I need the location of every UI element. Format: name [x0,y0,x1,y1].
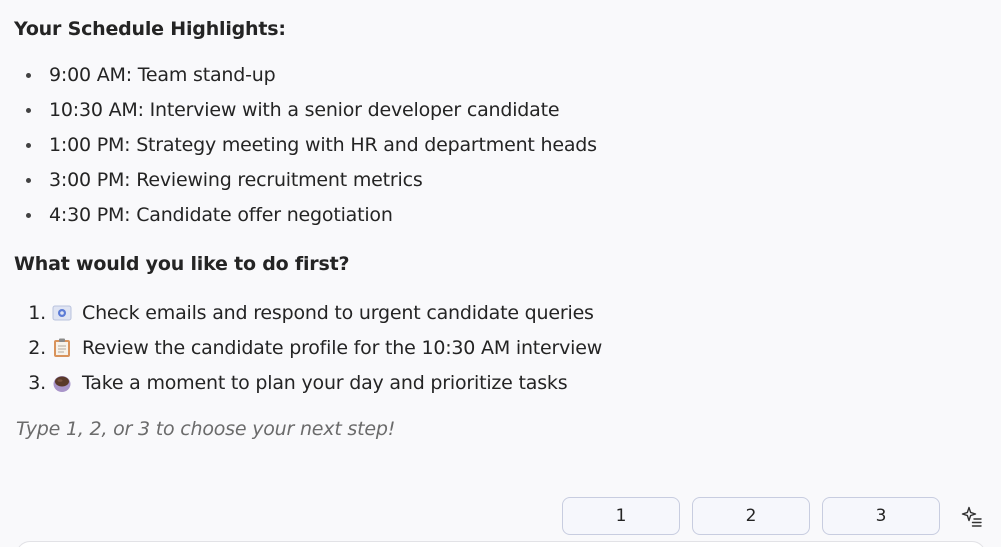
message-composer[interactable] [16,541,986,547]
list-item: 1:00 PM: Strategy meeting with HR and de… [14,130,597,165]
option-number: 1. [28,301,46,324]
option-text: Check emails and respond to urgent candi… [82,301,594,324]
list-item: 10:30 AM: Interview with a senior develo… [14,95,597,130]
option-item: 3. Take a moment to plan your day and pr… [14,365,602,400]
options-list: 1. Check emails and respond to urgent ca… [14,295,602,400]
bullet-icon [26,213,31,218]
option-number: 3. [28,371,46,394]
list-item: 9:00 AM: Team stand-up [14,60,597,95]
bullet-icon [26,143,31,148]
option-text: Take a moment to plan your day and prior… [82,371,568,394]
coffee-icon [52,373,72,393]
chat-message: Your Schedule Highlights: 9:00 AM: Team … [0,0,1001,547]
bullet-icon [26,178,31,183]
quick-reply-1-button[interactable]: 1 [562,497,680,535]
hint-text: Type 1, 2, or 3 to choose your next step… [16,418,396,440]
quick-reply-2-button[interactable]: 2 [692,497,810,535]
option-item: 1. Check emails and respond to urgent ca… [14,295,602,330]
schedule-heading: Your Schedule Highlights: [14,18,286,40]
list-item: 4:30 PM: Candidate offer negotiation [14,200,597,235]
list-item: 3:00 PM: Reviewing recruitment metrics [14,165,597,200]
bullet-icon [26,108,31,113]
clipboard-icon [52,338,72,358]
email-icon [52,303,72,323]
option-text: Review the candidate profile for the 10:… [82,336,603,359]
sparkle-list-icon [961,506,982,527]
quick-reply-3-button[interactable]: 3 [822,497,940,535]
sparkle-list-button[interactable] [959,504,985,530]
question-heading: What would you like to do first? [14,253,350,275]
schedule-list: 9:00 AM: Team stand-up 10:30 AM: Intervi… [14,60,597,235]
option-item: 2. Review the candidate profile for the … [14,330,602,365]
option-number: 2. [28,336,46,359]
bullet-icon [26,73,31,78]
